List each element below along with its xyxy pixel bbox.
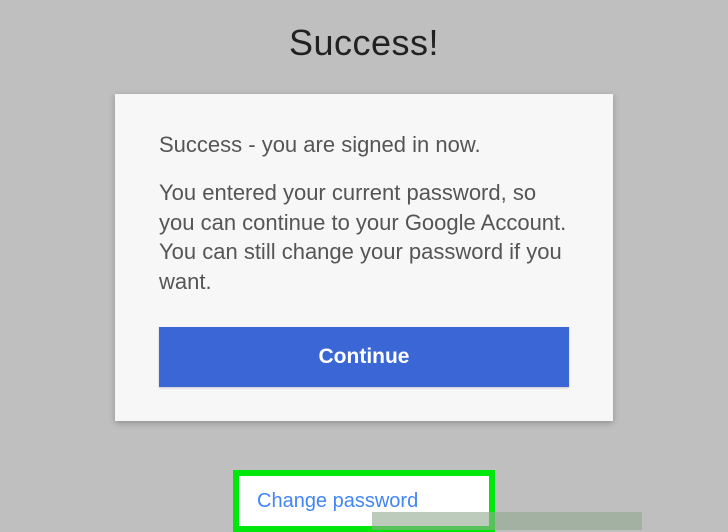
success-card: Success - you are signed in now. You ent…	[115, 94, 613, 421]
card-body-text: You entered your current password, so yo…	[159, 178, 569, 297]
watermark-bar	[372, 512, 642, 530]
card-heading: Success - you are signed in now.	[159, 132, 569, 158]
continue-button[interactable]: Continue	[159, 327, 569, 387]
change-password-link[interactable]: Change password	[257, 490, 418, 513]
page-title: Success!	[0, 0, 728, 94]
